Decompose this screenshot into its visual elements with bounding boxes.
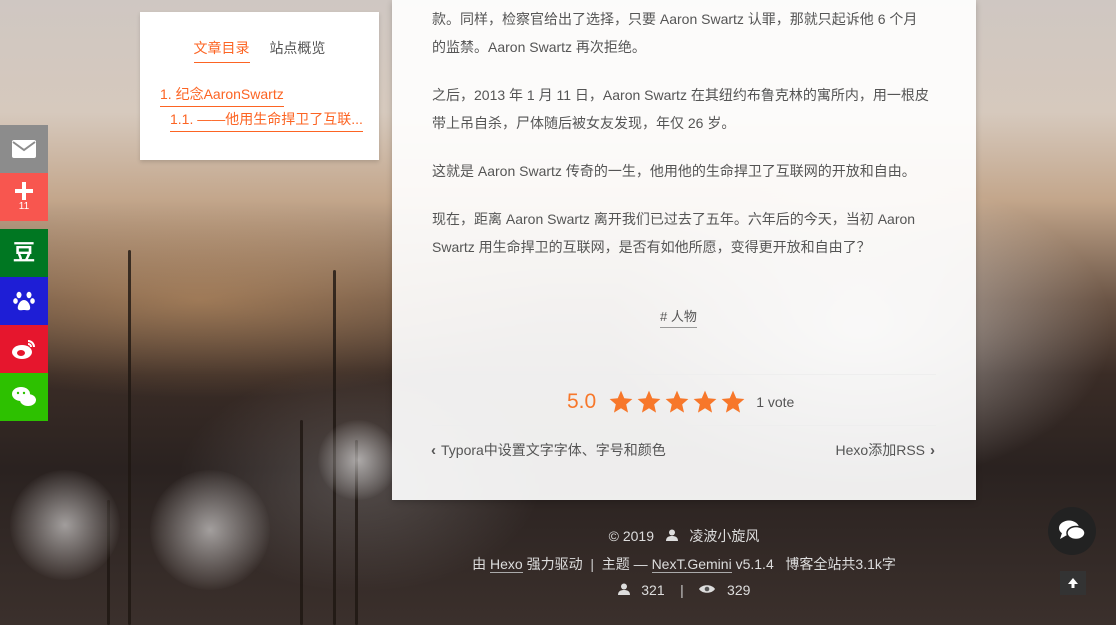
- hexo-link[interactable]: Hexo: [490, 556, 523, 573]
- decor-puff: [318, 420, 398, 500]
- prev-post-link[interactable]: ‹ Typora中设置文字字体、字号和颜色: [426, 440, 666, 460]
- tab-site-overview[interactable]: 站点概览: [269, 38, 325, 62]
- article-paragraph: 这就是 Aaron Swartz 传奇的一生，他用他的生命捍卫了互联网的开放和自…: [432, 157, 936, 185]
- star-icon[interactable]: [608, 389, 634, 415]
- post-body: 款。同样，检察官给出了选择，只要 Aaron Swartz 认罪，那就只起诉他 …: [392, 0, 976, 500]
- footer-copyright: © 2019 凌波小旋风: [392, 526, 976, 546]
- share-count: 11: [18, 201, 30, 212]
- share-baidu-button[interactable]: [0, 277, 48, 325]
- decor-stem: [300, 420, 303, 625]
- toc-item-text: 纪念AaronSwartz: [175, 86, 284, 102]
- comments-icon: [1059, 520, 1086, 541]
- paragraph-line: 现在，距离 Aaron Swartz 离开我们已过去了五年。六年后的今天，当初 …: [432, 211, 916, 227]
- visitor-count: 321: [641, 582, 665, 598]
- toc-panel: 文章目录 站点概览 1. 纪念AaronSwartz 1.1. ——他用生命捍卫…: [140, 12, 379, 160]
- toc-item-1[interactable]: 1. 纪念AaronSwartz: [160, 84, 284, 107]
- toc-item-number: 1.1.: [170, 111, 194, 127]
- share-email-button[interactable]: [0, 125, 48, 173]
- paragraph-line: 的监禁。Aaron Swartz 再次拒绝。: [432, 39, 646, 55]
- paragraph-line: 款。同样，检察官给出了选择，只要 Aaron Swartz 认罪，那就只起诉他 …: [432, 11, 918, 27]
- powered-suffix: 强力驱动: [526, 556, 583, 572]
- post-tag-link[interactable]: # 人物: [660, 306, 697, 328]
- divider: [432, 425, 936, 426]
- view-count: 329: [727, 582, 751, 598]
- decor-stem: [128, 250, 131, 625]
- decor-puff: [10, 470, 120, 580]
- star-icon[interactable]: [636, 389, 662, 415]
- plus-icon: [15, 182, 33, 200]
- article-paragraph: 现在，距离 Aaron Swartz 离开我们已过去了五年。六年后的今天，当初 …: [432, 205, 936, 261]
- toc-item-text: ——他用生命捍卫了互联...: [197, 111, 363, 127]
- author-name: 凌波小旋风: [689, 528, 760, 544]
- eye-icon: [699, 585, 716, 593]
- paragraph-line: 带上吊自杀，尸体随后被女友发现，年仅 26 岁。: [432, 115, 736, 131]
- toc-item-number: 1.: [160, 86, 172, 102]
- rating-score: 5.0: [567, 390, 597, 413]
- word-count: 博客全站共3.1k字: [785, 556, 896, 572]
- share-wechat-button[interactable]: [0, 373, 48, 421]
- separator: |: [590, 556, 594, 572]
- share-more-button[interactable]: 11: [0, 173, 48, 221]
- separator: |: [680, 582, 684, 598]
- next-post-link[interactable]: Hexo添加RSS ›: [836, 440, 940, 460]
- theme-version: v5.1.4: [735, 556, 774, 572]
- share-weibo-button[interactable]: [0, 325, 48, 373]
- decor-puff: [150, 470, 270, 590]
- tab-article-toc[interactable]: 文章目录: [193, 38, 250, 63]
- share-douban-button[interactable]: 豆: [0, 229, 48, 277]
- star-icon[interactable]: [692, 389, 718, 415]
- footer-powered: 由 Hexo 强力驱动 | 主题 — NexT.Gemini v5.1.4 博客…: [392, 554, 976, 574]
- paragraph-line: Swartz 用生命捍卫的互联网，是否有如他所愿，变得更开放和自由了？: [432, 239, 871, 255]
- chevron-right-icon: ›: [930, 441, 935, 459]
- article-paragraph: 款。同样，检察官给出了选择，只要 Aaron Swartz 认罪，那就只起诉他 …: [432, 5, 936, 61]
- weibo-icon: [12, 340, 35, 359]
- theme-link[interactable]: NexT.Gemini: [651, 556, 732, 573]
- divider: [432, 374, 936, 375]
- powered-prefix: 由: [472, 556, 487, 572]
- copyright-text: © 2019: [608, 528, 654, 544]
- back-to-top-button[interactable]: [1060, 571, 1086, 595]
- toc-tabs: 文章目录 站点概览: [140, 38, 379, 63]
- footer-stats: 321 | 329: [392, 582, 976, 598]
- next-post-title: Hexo添加RSS: [835, 442, 925, 458]
- theme-prefix: 主题 —: [601, 556, 648, 572]
- prev-post-title: Typora中设置文字字体、字号和颜色: [441, 442, 666, 458]
- email-icon: [12, 140, 36, 158]
- chat-button[interactable]: [1048, 507, 1096, 555]
- baidu-paw-icon: [13, 291, 35, 311]
- douban-icon: 豆: [12, 240, 35, 265]
- post-rating: 5.0 1 vote: [567, 386, 794, 418]
- arrow-up-icon: [1068, 578, 1078, 588]
- user-icon: [665, 529, 678, 541]
- toc-item-1-1[interactable]: 1.1. ——他用生命捍卫了互联...: [170, 109, 363, 132]
- star-icon[interactable]: [664, 389, 690, 415]
- star-icon[interactable]: [720, 389, 746, 415]
- paragraph-line: 之后，2013 年 1 月 11 日，Aaron Swartz 在其纽约布鲁克林…: [432, 87, 929, 103]
- article-paragraph: 之后，2013 年 1 月 11 日，Aaron Swartz 在其纽约布鲁克林…: [432, 81, 936, 137]
- rating-votes: 1 vote: [756, 394, 795, 410]
- chevron-left-icon: ‹: [431, 441, 436, 459]
- wechat-icon: [12, 387, 36, 406]
- visitor-icon: [617, 583, 630, 595]
- paragraph-line: 这就是 Aaron Swartz 传奇的一生，他用他的生命捍卫了互联网的开放和自…: [432, 163, 916, 179]
